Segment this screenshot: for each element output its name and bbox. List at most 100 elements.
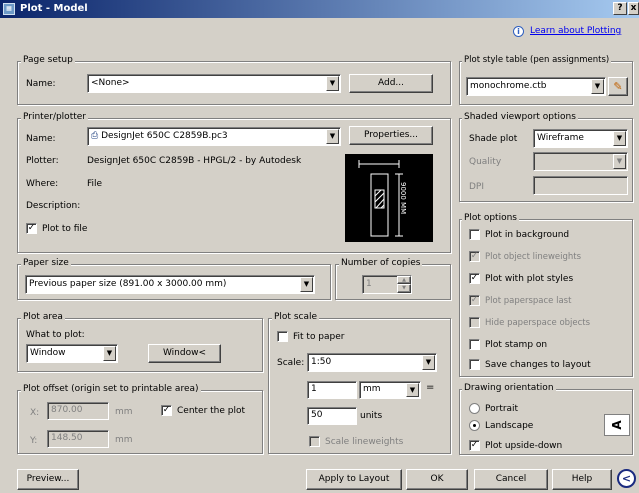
help-button[interactable]: Help xyxy=(552,469,612,490)
printer-name-label: Name: xyxy=(26,134,56,144)
plot-option-label: Plot in background xyxy=(485,230,570,240)
plot-option-label: Plot with plot styles xyxy=(485,274,574,284)
fit-to-paper-label: Fit to paper xyxy=(293,332,345,342)
portrait-label: Portrait xyxy=(485,404,519,414)
plot-option-checkbox[interactable] xyxy=(469,359,480,370)
plot-option-checkbox[interactable]: ✓ xyxy=(469,251,480,262)
offset-x-input[interactable]: 870.00 xyxy=(47,402,109,420)
description-label: Description: xyxy=(26,201,81,211)
landscape-label: Landscape xyxy=(485,421,534,431)
copies-up-arrow-icon[interactable]: ▲ xyxy=(397,276,411,284)
page-setup-name-value: <None> xyxy=(91,78,130,88)
scale-equals: = xyxy=(426,382,435,393)
cancel-button[interactable]: Cancel xyxy=(474,469,548,490)
copies-group-label: Number of copies xyxy=(339,258,423,268)
landscape-radio[interactable] xyxy=(469,420,480,431)
shade-plot-value: Wireframe xyxy=(537,133,584,143)
paper-preview: 9000 MM xyxy=(345,154,433,242)
ok-button[interactable]: OK xyxy=(406,469,468,490)
scale-numerator-input[interactable]: 1 xyxy=(307,381,357,399)
scale-label: Scale: xyxy=(277,358,305,368)
what-to-plot-value: Window xyxy=(30,348,66,358)
help-title-button[interactable]: ? xyxy=(613,2,627,15)
plot-option-label: Hide paperspace objects xyxy=(485,318,591,328)
chevron-down-icon[interactable]: ▼ xyxy=(591,79,604,94)
plot-style-table-select[interactable]: monochrome.ctb ▼ xyxy=(466,77,606,96)
paper-size-group-label: Paper size xyxy=(21,258,71,268)
more-options-arrow-icon[interactable]: < xyxy=(617,469,636,488)
shade-plot-label: Shade plot xyxy=(469,134,518,144)
plot-option-checkbox[interactable]: ✓ xyxy=(469,273,480,284)
paper-size-select[interactable]: Previous paper size (891.00 x 3000.00 mm… xyxy=(25,275,315,294)
page-setup-name-label: Name: xyxy=(26,79,56,89)
landscape-orientation-icon: A xyxy=(604,414,630,436)
scale-lineweights-checkbox[interactable] xyxy=(309,436,320,447)
what-to-plot-label: What to plot: xyxy=(26,330,85,340)
chevron-down-icon[interactable]: ▼ xyxy=(103,346,116,361)
plot-option-checkbox[interactable] xyxy=(469,317,480,328)
plot-upside-down-label: Plot upside-down xyxy=(485,441,563,451)
scale-unit-select[interactable]: mm ▼ xyxy=(359,381,421,399)
scale-lineweights-label: Scale lineweights xyxy=(325,437,404,447)
add-page-setup-button[interactable]: Add... xyxy=(349,74,433,93)
quality-label: Quality xyxy=(469,157,502,167)
plot-option-checkbox[interactable] xyxy=(469,339,480,350)
what-to-plot-select[interactable]: Window ▼ xyxy=(26,344,118,363)
where-label: Where: xyxy=(26,179,59,189)
plot-option-label: Plot object lineweights xyxy=(485,252,582,262)
plot-upside-down-checkbox[interactable]: ✓ xyxy=(469,440,480,451)
plot-to-file-label: Plot to file xyxy=(42,224,88,234)
offset-y-unit: mm xyxy=(115,435,133,445)
autocad-app-icon: ▦ xyxy=(3,3,15,15)
scale-denominator-input[interactable]: 50 xyxy=(307,407,357,425)
close-title-button[interactable]: x xyxy=(628,2,639,15)
where-value: File xyxy=(87,179,103,189)
chevron-down-icon[interactable]: ▼ xyxy=(422,355,435,370)
portrait-radio[interactable] xyxy=(469,403,480,414)
page-setup-name-select[interactable]: <None> ▼ xyxy=(87,74,341,93)
preview-button[interactable]: Preview... xyxy=(17,469,79,490)
plot-option-label: Plot stamp on xyxy=(485,340,548,350)
printer-properties-button[interactable]: Properties... xyxy=(349,126,433,145)
window-pick-button[interactable]: Window< xyxy=(148,344,221,363)
scale-select[interactable]: 1:50 ▼ xyxy=(307,353,437,372)
title-bar: ▦ Plot - Model ? x xyxy=(0,0,639,18)
chevron-down-icon[interactable]: ▼ xyxy=(406,383,419,397)
plot-options-group-label: Plot options xyxy=(462,213,519,223)
plot-option-checkbox[interactable]: ✓ xyxy=(469,295,480,306)
offset-y-label: Y: xyxy=(30,436,38,446)
printer-plotter-group-label: Printer/plotter xyxy=(21,112,88,122)
printer-icon: ⎙ xyxy=(91,131,102,141)
learn-about-plotting-link[interactable]: Learn about Plotting xyxy=(530,26,621,36)
plot-to-file-checkbox[interactable]: ✓ xyxy=(26,223,37,234)
plot-option-checkbox[interactable] xyxy=(469,229,480,240)
chevron-down-icon[interactable]: ▼ xyxy=(613,154,626,169)
copies-down-arrow-icon[interactable]: ▼ xyxy=(397,284,411,293)
edit-plot-style-pen-icon[interactable]: ✎ xyxy=(608,77,628,96)
chevron-down-icon[interactable]: ▼ xyxy=(300,277,313,292)
plot-offset-group-label: Plot offset (origin set to printable are… xyxy=(21,384,201,394)
plotter-value: DesignJet 650C C2859B - HPGL/2 - by Auto… xyxy=(87,156,302,166)
plot-option-label: Plot paperspace last xyxy=(485,296,572,306)
chevron-down-icon[interactable]: ▼ xyxy=(326,129,339,144)
dpi-input[interactable] xyxy=(533,176,628,195)
page-setup-group-label: Page setup xyxy=(21,55,75,65)
chevron-down-icon[interactable]: ▼ xyxy=(326,76,339,91)
shade-plot-select[interactable]: Wireframe ▼ xyxy=(533,129,628,148)
fit-to-paper-checkbox[interactable] xyxy=(277,331,288,342)
offset-y-input[interactable]: 148.50 xyxy=(47,430,109,448)
plot-scale-group-label: Plot scale xyxy=(272,312,320,322)
dpi-label: DPI xyxy=(469,182,485,192)
printer-name-select[interactable]: ⎙ DesignJet 650C C2859B.pc3 ▼ xyxy=(87,127,341,146)
quality-select[interactable]: ▼ xyxy=(533,152,628,171)
plotter-label: Plotter: xyxy=(26,156,59,166)
apply-to-layout-button[interactable]: Apply to Layout xyxy=(306,469,402,490)
plot-area-group-label: Plot area xyxy=(21,312,65,322)
chevron-down-icon[interactable]: ▼ xyxy=(613,131,626,146)
plot-style-table-group-label: Plot style table (pen assignments) xyxy=(462,55,612,65)
center-plot-checkbox[interactable]: ✓ xyxy=(161,405,172,416)
offset-x-unit: mm xyxy=(115,407,133,417)
scale-unit-value: mm xyxy=(363,384,381,394)
paper-preview-dimension: 9000 MM xyxy=(399,182,407,215)
printer-name-value: DesignJet 650C C2859B.pc3 xyxy=(101,131,228,141)
